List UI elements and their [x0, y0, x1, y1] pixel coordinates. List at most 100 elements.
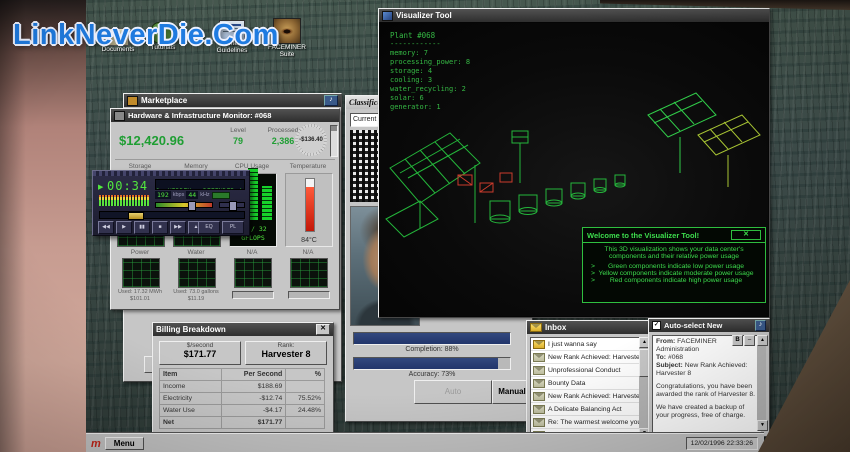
monitor-titlebar[interactable]: Hardware & Infrastructure Monitor: #068 [111, 109, 339, 122]
media-player[interactable]: ▶ 00:34 1. HIDDEN - DEFENDER 4:17 192 kb… [92, 170, 250, 236]
billing-window: Billing Breakdown ✕ $/second $171.77 Ran… [152, 322, 334, 434]
list-item[interactable]: I just wanna say [531, 338, 639, 351]
inbox-titlebar[interactable]: Inbox [527, 321, 651, 334]
stat-cooling: cooling: 3 [390, 76, 470, 85]
level-label: Level [223, 127, 253, 134]
faceminer-logo: m [91, 438, 101, 450]
scrollbar[interactable]: ▲ ▼ [757, 335, 766, 431]
divider: ------------ [390, 40, 470, 49]
power-used: Used: 17.32 MWh [111, 289, 169, 295]
na-chart [290, 258, 328, 288]
list-item[interactable]: New Rank Achieved: Harvester... [531, 390, 639, 403]
accuracy-bar [353, 357, 511, 370]
completion-label: Completion: 88% [353, 346, 511, 353]
auto-button[interactable]: Auto [414, 380, 492, 404]
rank-label: Rank: [246, 342, 326, 349]
billing-table: Item Per Second % Income $188.69 Electri… [159, 368, 325, 429]
player-titlebar[interactable] [93, 171, 249, 176]
power-chart [122, 258, 160, 288]
bold-button[interactable]: B [732, 335, 743, 346]
close-icon[interactable]: ✕ [731, 230, 761, 240]
welcome-titlebar: Welcome to the Visualizer Tool! ✕ [583, 228, 765, 243]
memory-label: Memory [169, 163, 223, 170]
window-title: Inbox [545, 323, 566, 332]
na-chart [234, 258, 272, 288]
visualizer-titlebar[interactable]: Visualizer Tool [379, 9, 769, 22]
stat-generator: generator: 1 [390, 103, 470, 112]
bullet-green: Green components indicate low power usag… [595, 263, 757, 270]
email-titlebar[interactable]: ✓ Auto-select New ♪ [649, 319, 769, 332]
welcome-dialog: Welcome to the Visualizer Tool! ✕ This 3… [582, 227, 766, 303]
volume-slider[interactable] [155, 202, 213, 208]
stat-solar: solar: 6 [390, 94, 470, 103]
minimize-button[interactable]: – [744, 335, 755, 346]
window-title: Hardware & Infrastructure Monitor: #068 [128, 111, 271, 120]
play-indicator-icon: ▶ [98, 183, 103, 191]
accuracy-label: Accuracy: 73% [353, 371, 511, 378]
prev-button[interactable]: ◀◀ [98, 221, 114, 234]
list-item[interactable]: Re: The warmest welcome you'l... [531, 416, 639, 429]
seek-bar[interactable] [99, 211, 245, 219]
list-item[interactable]: A Delicate Balancing Act [531, 403, 639, 416]
table-row[interactable]: Income $188.69 [160, 381, 325, 393]
bitrate-value: 192 [155, 191, 171, 199]
next-button[interactable]: ▶▶ [170, 221, 186, 234]
temperature-label: Temperature [281, 163, 335, 170]
water-chart [178, 258, 216, 288]
checkbox-icon[interactable]: ✓ [652, 321, 661, 330]
stat-processing-power: processing_power: 8 [390, 58, 470, 67]
time-display: 00:34 [107, 179, 148, 193]
eq-toggle[interactable]: EQ [198, 221, 220, 234]
rank-value: Harvester 8 [246, 349, 326, 359]
table-row[interactable]: Water Use -$4.17 24.48% [160, 405, 325, 417]
completion-bar [353, 332, 511, 345]
plant-id: Plant #068 [390, 31, 470, 40]
welcome-intro: This 3D visualization shows your data ce… [583, 243, 765, 263]
pause-button[interactable]: ▮▮ [134, 221, 150, 234]
water-used: Used: 73.0 gallons [167, 289, 225, 295]
taskbar: m Menu 12/02/1996 22:33:26 [86, 433, 764, 452]
welcome-title: Welcome to the Visualizer Tool! [587, 231, 699, 240]
window-title: Auto-select New [664, 321, 722, 330]
envelope-icon [533, 405, 545, 414]
na-bar [288, 291, 330, 299]
list-item[interactable]: Unprofessional Conduct [531, 364, 639, 377]
marketplace-icon [127, 96, 138, 106]
table-row[interactable]: Electricity -$12.74 75.52% [160, 393, 325, 405]
menu-button[interactable]: Menu [105, 437, 144, 450]
col-per-second: Per Second [221, 369, 285, 381]
gauge-slider[interactable] [330, 125, 338, 157]
list-item[interactable]: Bounty Data [531, 377, 639, 390]
rate-gauge: -$136.40 [295, 124, 327, 156]
scrollbar[interactable]: ▲ ▼ [639, 337, 648, 439]
visualizer-canvas: Plant #068 ------------ memory: 7 proces… [380, 23, 768, 316]
close-icon[interactable]: ✕ [316, 324, 330, 335]
email-paragraph: We have created a backup of your progres… [656, 404, 757, 420]
inbox-icon [530, 323, 542, 332]
stereo-indicator [212, 192, 230, 199]
sound-icon[interactable]: ♪ [755, 320, 766, 331]
sound-icon[interactable]: ♪ [324, 95, 338, 106]
monitor-icon [114, 111, 125, 121]
balance-value: $12,420.96 [119, 133, 184, 148]
stat-memory: memory: 7 [390, 49, 470, 58]
scroll-up-icon[interactable]: ▲ [757, 335, 768, 346]
divider [115, 159, 335, 160]
bullet-yellow: Yellow components indicate moderate powe… [595, 270, 757, 277]
balance-slider[interactable] [219, 202, 245, 208]
khz-value: 44 [186, 191, 198, 199]
stat-storage: storage: 4 [390, 67, 470, 76]
marketplace-titlebar[interactable]: Marketplace ♪ [124, 94, 341, 107]
playlist-toggle[interactable]: PL [222, 221, 244, 234]
bullet-red: Red components indicate high power usage [595, 277, 757, 284]
scroll-down-icon[interactable]: ▼ [757, 420, 768, 431]
inbox-window: Inbox I just wanna say New Rank Achieved… [526, 320, 652, 444]
stop-button[interactable]: ■ [152, 221, 168, 234]
play-button[interactable]: ▶ [116, 221, 132, 234]
envelope-icon [533, 418, 545, 427]
list-item[interactable]: New Rank Achieved: Harveste... [531, 351, 639, 364]
email-paragraph: Congratulations, you have been awarded t… [656, 383, 757, 399]
visualizer-window: Visualizer Tool [378, 8, 770, 318]
storage-label: Storage [113, 163, 167, 170]
billing-titlebar[interactable]: Billing Breakdown ✕ [153, 323, 333, 336]
